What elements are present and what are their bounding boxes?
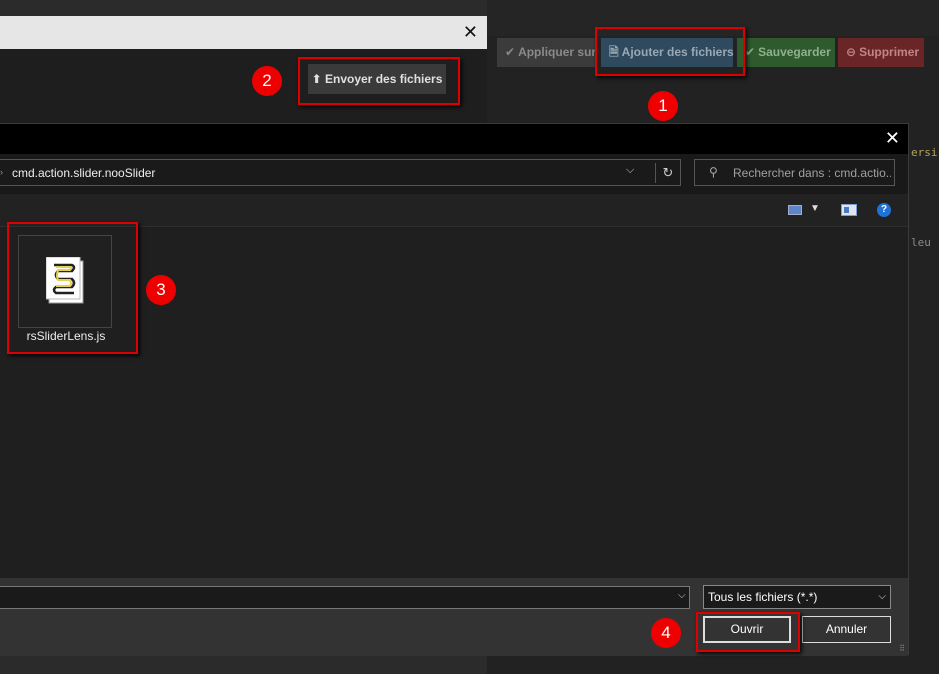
annotation-highlight [7, 222, 138, 354]
address-bar[interactable]: › cmd.action.slider.nooSlider ⌵ ↻ [0, 159, 681, 186]
annotation-badge: 4 [651, 618, 681, 648]
preview-pane-icon[interactable] [841, 204, 857, 216]
annotation-highlight [696, 612, 800, 652]
close-icon[interactable]: ✕ [463, 23, 478, 41]
file-open-dialog: ✕ › cmd.action.slider.nooSlider ⌵ ↻ ⚲ ▼ … [0, 123, 909, 656]
resize-grip-icon[interactable]: ⠿ [899, 644, 905, 653]
help-icon[interactable]: ? [877, 203, 891, 217]
search-input[interactable] [733, 160, 891, 185]
search-icon: ⚲ [709, 165, 718, 179]
file-type-select[interactable]: Tous les fichiers (*.*) ⌵ [703, 585, 891, 609]
apply-button[interactable]: ✔ Appliquer sur [497, 38, 597, 67]
search-box[interactable]: ⚲ [694, 159, 895, 186]
chevron-down-icon: ⌵ [878, 591, 886, 602]
minus-circle-icon: ⊖ [846, 45, 857, 59]
annotation-highlight [298, 57, 460, 105]
close-icon[interactable]: ✕ [885, 128, 900, 148]
address-row: › cmd.action.slider.nooSlider ⌵ ↻ ⚲ [0, 154, 908, 194]
annotation-highlight [595, 27, 745, 76]
upload-modal-header: ✕ [0, 16, 487, 49]
refresh-icon[interactable]: ↻ [655, 163, 680, 183]
chevron-down-icon[interactable]: ▼ [810, 203, 820, 214]
code-fragment: ersi [911, 146, 938, 159]
view-mode-icon[interactable] [788, 205, 802, 215]
annotation-badge: 3 [146, 275, 176, 305]
address-path: cmd.action.slider.nooSlider [12, 166, 156, 180]
delete-button[interactable]: ⊖ Supprimer [838, 38, 924, 67]
check-double-icon: ✔ [505, 45, 516, 59]
chevron-down-icon[interactable]: ⌵ [626, 164, 634, 177]
cancel-button[interactable]: Annuler [802, 616, 891, 643]
check-circle-icon: ✔ [745, 45, 756, 59]
chevron-down-icon[interactable]: ⌵ [678, 590, 686, 601]
annotation-badge: 2 [252, 66, 282, 96]
filename-field[interactable] [0, 586, 690, 609]
code-fragment: leu [911, 236, 931, 249]
save-button[interactable]: ✔ Sauvegarder [737, 38, 835, 67]
chevron-right-icon: › [0, 167, 3, 177]
dialog-titlebar: ✕ [0, 124, 908, 154]
annotation-badge: 1 [648, 91, 678, 121]
